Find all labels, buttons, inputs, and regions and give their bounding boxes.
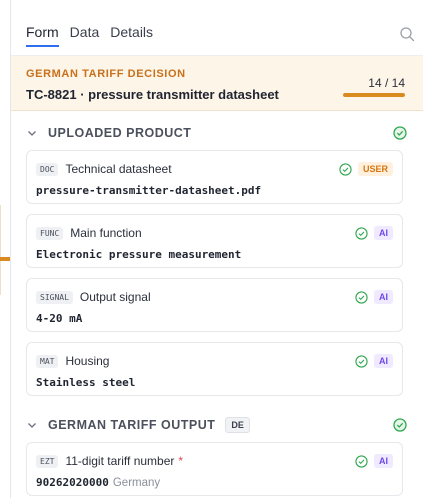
tab-bar: Form Data Details [26,24,153,47]
field-code: EZT [36,454,59,468]
field-card-technical-datasheet[interactable]: DOC Technical datasheet USER pressure-tr… [26,150,403,204]
field-label: Output signal [79,290,151,304]
source-badge-ai: AI [374,454,393,468]
chevron-down-icon[interactable] [26,419,38,431]
country-tag: DE [225,417,250,433]
edge-line [0,205,1,295]
required-marker: * [178,454,184,468]
field-code: SIGNAL [36,290,73,304]
source-badge-user: USER [357,162,393,176]
field-code: DOC [36,162,59,176]
tariff-country-note: Germany [112,477,161,489]
side-panel: Form Data Details GERMAN TARIFF DECISION… [10,0,423,498]
field-value-row: 90262020000 Germany [36,476,160,489]
search-icon[interactable] [399,26,415,42]
section-title: GERMAN TARIFF OUTPUT [48,418,216,432]
field-value: Electronic pressure measurement [36,248,242,261]
field-label: 11-digit tariff number [65,454,175,468]
decision-banner: GERMAN TARIFF DECISION TC-8821 · pressur… [11,56,423,111]
section-title: UPLOADED PRODUCT [48,126,192,140]
check-circle-icon[interactable] [355,226,368,240]
check-circle-icon[interactable] [355,354,368,368]
decision-progress-bar [343,93,405,97]
field-label: Housing [65,354,110,368]
decision-progress-count: 14 / 14 [368,76,405,90]
field-label: Main function [70,226,142,240]
field-label: Technical datasheet [65,162,172,176]
decision-title: TC-8821 · pressure transmitter datasheet [26,87,279,102]
edge-accent-marker [0,257,10,261]
field-card-tariff-number[interactable]: EZT 11-digit tariff number * AI 90262020… [26,442,403,496]
check-circle-icon[interactable] [355,454,368,468]
check-circle-icon[interactable] [339,162,352,176]
section-german-tariff-output: GERMAN TARIFF OUTPUT DE [26,414,407,436]
field-card-main-function[interactable]: FUNC Main function AI Electronic pressur… [26,214,403,268]
tab-details[interactable]: Details [110,24,153,47]
source-badge-ai: AI [374,354,393,368]
decision-kicker: GERMAN TARIFF DECISION [26,68,186,80]
tab-data[interactable]: Data [70,24,100,47]
source-badge-ai: AI [374,226,393,240]
section-uploaded-product: UPLOADED PRODUCT [26,122,407,144]
source-badge-ai: AI [374,290,393,304]
field-code: MAT [36,354,59,368]
field-card-output-signal[interactable]: SIGNAL Output signal AI 4-20 mA [26,278,403,332]
section-complete-icon [393,126,407,140]
field-card-housing[interactable]: MAT Housing AI Stainless steel [26,342,403,396]
field-value: Stainless steel [36,376,136,389]
chevron-down-icon[interactable] [26,127,38,139]
tab-form[interactable]: Form [26,24,59,47]
field-value: pressure-transmitter-datasheet.pdf [36,184,262,197]
tariff-number-value: 90262020000 [36,476,109,489]
section-complete-icon [393,418,407,432]
decision-progress-fill [343,93,405,97]
field-code: FUNC [36,226,64,240]
check-circle-icon[interactable] [355,290,368,304]
field-value: 4-20 mA [36,312,83,325]
